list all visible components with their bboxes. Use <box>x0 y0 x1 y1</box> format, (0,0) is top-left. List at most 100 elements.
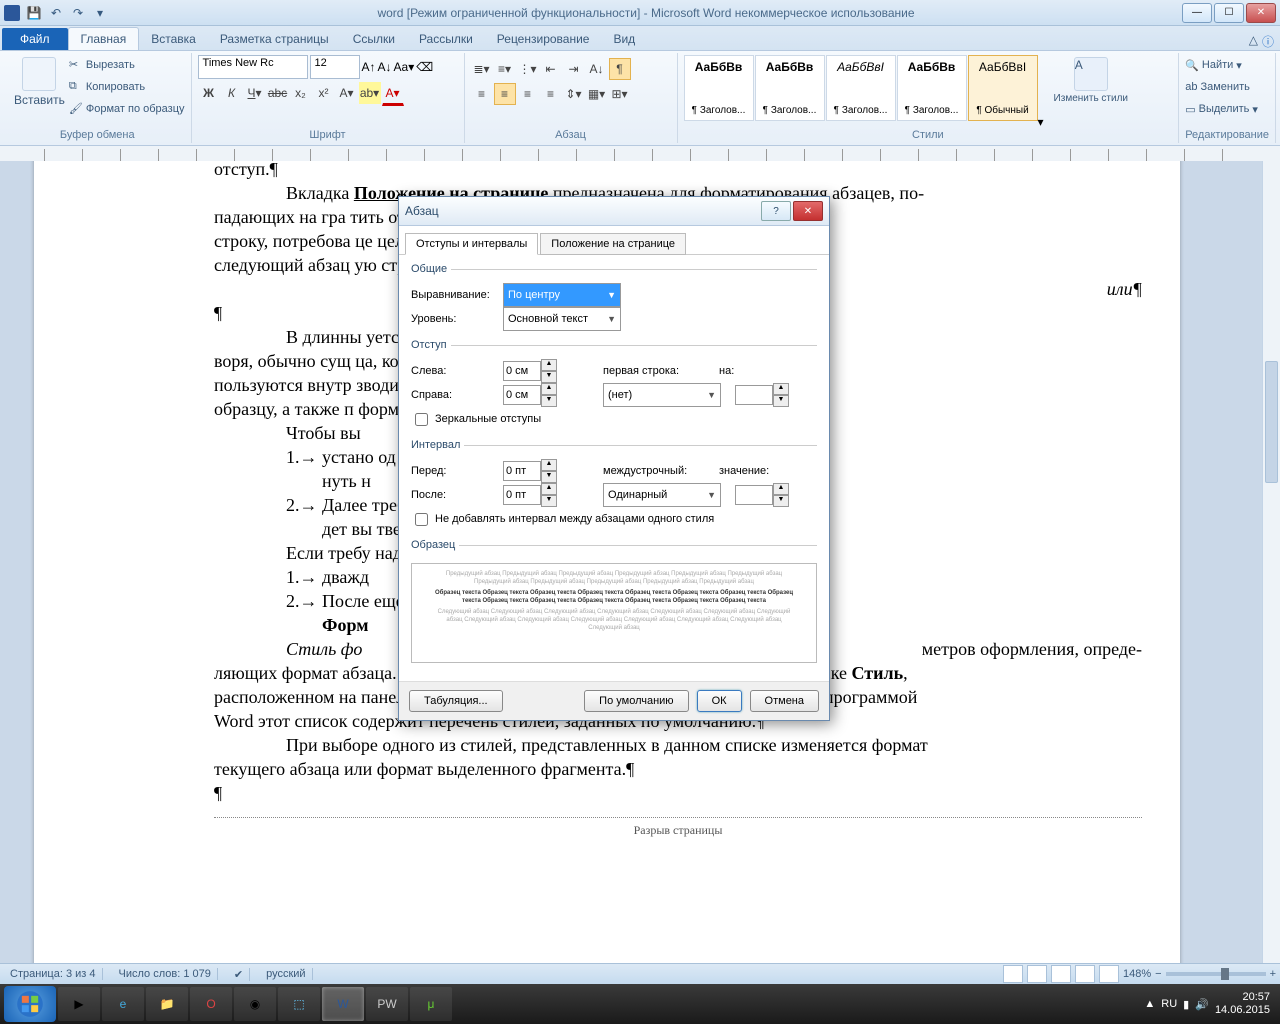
copy-button[interactable]: ⧉Копировать <box>69 77 185 97</box>
ribbon-minimize-icon[interactable]: △ <box>1249 33 1258 50</box>
space-after-spinner[interactable]: ▲▼ <box>503 483 557 507</box>
tab-indents[interactable]: Отступы и интервалы <box>405 233 538 255</box>
qat-more-icon[interactable]: ▾ <box>90 3 110 23</box>
zoom-slider[interactable] <box>1166 972 1266 976</box>
style-heading2[interactable]: АаБбВв¶ Заголов... <box>755 55 825 121</box>
taskbar-mediaplayer[interactable]: ▶ <box>58 987 100 1021</box>
linespacing-at-spinner[interactable]: ▲▼ <box>735 483 789 507</box>
shading-icon[interactable]: ▦▾ <box>586 83 608 105</box>
view-tab[interactable]: Вид <box>601 28 647 50</box>
font-name-combo[interactable]: Times New Rc <box>198 55 308 79</box>
fullscreen-view-icon[interactable] <box>1027 965 1047 983</box>
font-size-combo[interactable]: 12 <box>310 55 360 79</box>
tray-more-icon[interactable]: ▲ <box>1144 998 1155 1010</box>
style-heading1[interactable]: АаБбВв¶ Заголов... <box>684 55 754 121</box>
clear-format-icon[interactable]: ⌫ <box>416 60 433 74</box>
taskbar-ie[interactable]: e <box>102 987 144 1021</box>
taskbar-utorrent[interactable]: μ <box>410 987 452 1021</box>
find-button[interactable]: 🔍Найти ▾ <box>1185 55 1242 75</box>
text-effects-icon[interactable]: A▾ <box>336 82 358 104</box>
styles-more-icon[interactable]: ▾ <box>1038 115 1044 129</box>
print-layout-view-icon[interactable] <box>1003 965 1023 983</box>
proofing-icon[interactable]: ✔ <box>228 968 250 981</box>
dialog-close-button[interactable]: ✕ <box>793 201 823 221</box>
select-button[interactable]: ▭Выделить ▾ <box>1185 99 1258 119</box>
maximize-button[interactable]: ☐ <box>1214 3 1244 23</box>
taskbar-chrome[interactable]: ◉ <box>234 987 276 1021</box>
zoom-out-button[interactable]: − <box>1155 968 1161 980</box>
dialog-help-button[interactable]: ? <box>761 201 791 221</box>
align-center-icon[interactable]: ≡ <box>494 83 516 105</box>
tab-pageposition[interactable]: Положение на странице <box>540 233 686 255</box>
superscript-icon[interactable]: x² <box>313 82 335 104</box>
italic-icon[interactable]: К <box>221 82 243 104</box>
save-icon[interactable]: 💾 <box>24 3 44 23</box>
tray-clock[interactable]: 20:57 14.06.2015 <box>1215 991 1270 1017</box>
change-styles-button[interactable]: A Изменить стили <box>1050 55 1132 106</box>
web-layout-view-icon[interactable] <box>1051 965 1071 983</box>
underline-icon[interactable]: Ч▾ <box>244 82 266 104</box>
strike-icon[interactable]: abc <box>267 82 289 104</box>
space-before-spinner[interactable]: ▲▼ <box>503 459 557 483</box>
no-space-same-style-checkbox[interactable] <box>415 513 428 526</box>
replace-button[interactable]: abЗаменить <box>1185 77 1250 97</box>
draft-view-icon[interactable] <box>1099 965 1119 983</box>
mirror-indents-checkbox[interactable] <box>415 413 428 426</box>
references-tab[interactable]: Ссылки <box>341 28 407 50</box>
alignment-combo[interactable]: По центру▼ <box>503 283 621 307</box>
home-tab[interactable]: Главная <box>68 27 140 50</box>
show-marks-icon[interactable]: ¶ <box>609 58 631 80</box>
highlight-icon[interactable]: ab▾ <box>359 82 381 104</box>
tray-lang[interactable]: RU <box>1161 998 1177 1010</box>
mailings-tab[interactable]: Рассылки <box>407 28 485 50</box>
ok-button[interactable]: ОК <box>697 690 742 712</box>
file-tab[interactable]: Файл <box>2 28 68 50</box>
paste-button[interactable]: Вставить <box>10 55 69 109</box>
outline-level-combo[interactable]: Основной текст▼ <box>503 307 621 331</box>
numbering-icon[interactable]: ≡▾ <box>494 58 516 80</box>
language-indicator[interactable]: русский <box>260 968 312 980</box>
review-tab[interactable]: Рецензирование <box>485 28 602 50</box>
zoom-level[interactable]: 148% <box>1123 968 1151 980</box>
cancel-button[interactable]: Отмена <box>750 690 819 712</box>
multilevel-icon[interactable]: ⋮▾ <box>517 58 539 80</box>
taskbar-word[interactable]: W <box>322 987 364 1021</box>
bullets-icon[interactable]: ≣▾ <box>471 58 493 80</box>
help-icon[interactable]: ⓘ <box>1262 33 1274 50</box>
outline-view-icon[interactable] <box>1075 965 1095 983</box>
cut-button[interactable]: ✂Вырезать <box>69 55 185 75</box>
insert-tab[interactable]: Вставка <box>139 28 208 50</box>
indent-right-spinner[interactable]: ▲▼ <box>503 383 557 407</box>
tabs-button[interactable]: Табуляция... <box>409 690 503 712</box>
line-spacing-icon[interactable]: ⇕▾ <box>563 83 585 105</box>
page-indicator[interactable]: Страница: 3 из 4 <box>4 968 103 980</box>
dialog-titlebar[interactable]: Абзац ? ✕ <box>399 197 829 226</box>
zoom-in-button[interactable]: + <box>1270 968 1276 980</box>
dec-indent-icon[interactable]: ⇤ <box>540 58 562 80</box>
undo-icon[interactable]: ↶ <box>46 3 66 23</box>
linespacing-combo[interactable]: Одинарный▼ <box>603 483 721 507</box>
inc-indent-icon[interactable]: ⇥ <box>563 58 585 80</box>
tray-network-icon[interactable]: ▮ <box>1183 998 1189 1011</box>
font-color-icon[interactable]: A▾ <box>382 82 404 106</box>
grow-font-icon[interactable]: A↑ <box>362 60 376 74</box>
vertical-scrollbar[interactable] <box>1262 161 1280 964</box>
align-right-icon[interactable]: ≡ <box>517 83 539 105</box>
shrink-font-icon[interactable]: A↓ <box>378 60 392 74</box>
format-painter-button[interactable]: 🖌Формат по образцу <box>69 99 185 119</box>
start-button[interactable] <box>4 986 56 1022</box>
redo-icon[interactable]: ↷ <box>68 3 88 23</box>
firstline-by-spinner[interactable]: ▲▼ <box>735 383 789 407</box>
style-heading3[interactable]: АаБбВвІ¶ Заголов... <box>826 55 896 121</box>
align-left-icon[interactable]: ≡ <box>471 83 493 105</box>
sort-icon[interactable]: A↓ <box>586 58 608 80</box>
indent-left-spinner[interactable]: ▲▼ <box>503 359 557 383</box>
change-case-icon[interactable]: Aa▾ <box>394 60 415 74</box>
subscript-icon[interactable]: x₂ <box>290 82 312 104</box>
taskbar-opera[interactable]: O <box>190 987 232 1021</box>
style-normal[interactable]: АаБбВвІ¶ Обычный <box>968 55 1038 121</box>
default-button[interactable]: По умолчанию <box>584 690 688 712</box>
firstline-combo[interactable]: (нет)▼ <box>603 383 721 407</box>
taskbar-explorer[interactable]: 📁 <box>146 987 188 1021</box>
close-button[interactable]: ✕ <box>1246 3 1276 23</box>
